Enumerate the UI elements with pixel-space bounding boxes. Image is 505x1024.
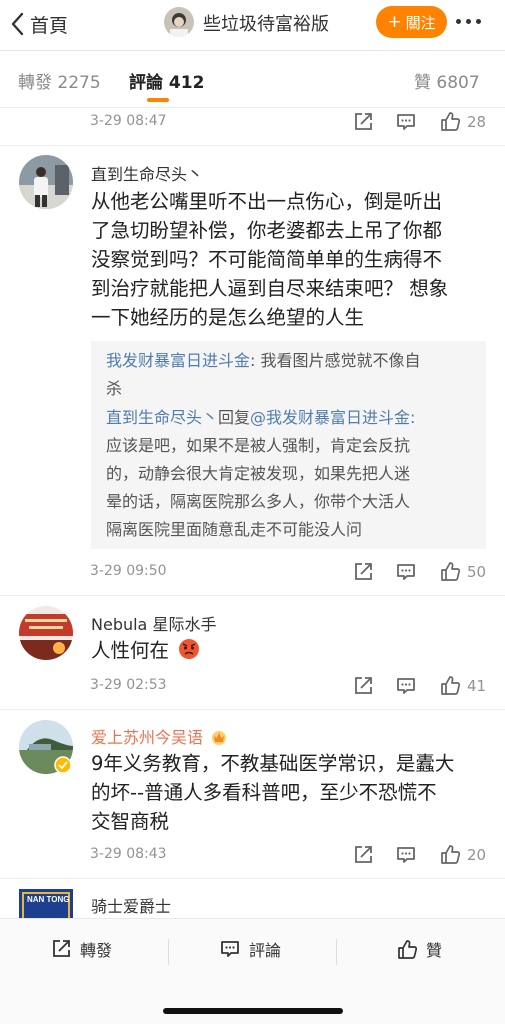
comment-line: 了急切盼望补偿，你老婆都去上吊了你都 (91, 219, 443, 242)
back-label: 首頁 (30, 14, 69, 37)
comment-divider (0, 145, 505, 146)
follow-button[interactable]: + 關注 (376, 6, 447, 38)
tab-comment-count: 412 (168, 73, 205, 93)
active-tab-indicator (147, 98, 169, 102)
comment-icon (221, 941, 239, 957)
comment-line: 交智商税 (91, 810, 170, 833)
share-icon (53, 940, 70, 957)
reply-text: 我看图片感觉就不像自 (255, 351, 421, 370)
like-count: 28 (467, 113, 487, 131)
comment-line: 到治疗就能把人逼到自尽来结束吧？ 想象 (91, 277, 449, 300)
comment-line: 人性何在 (91, 639, 170, 662)
plus-icon: + (387, 12, 402, 32)
comment-label: 評論 (249, 941, 282, 960)
comment-time: 3-29 09:50 (90, 563, 167, 579)
comment-button[interactable]: 評論 (219, 937, 281, 961)
chevron-left-icon (11, 12, 24, 36)
comment-line: 9年义务教育，不教基础医学常识，是蠹大 (91, 752, 455, 775)
comment-icon[interactable] (395, 111, 417, 133)
page-title: 些垃圾待富裕版 (203, 14, 329, 35)
separator (336, 939, 337, 965)
tab-repost[interactable]: 轉發 2275 (18, 68, 101, 93)
back-button[interactable]: 首頁 (10, 10, 68, 38)
verified-badge-icon (54, 756, 72, 774)
reply-line: 隔离医院里面随意乱走不可能没人问 (106, 520, 363, 539)
tab-comment-label: 評論 (129, 73, 163, 93)
comment-text: 从他老公嘴里听不出一点伤心，倒是听出 了急切盼望补偿，你老婆都去上吊了你都 没察… (91, 187, 491, 332)
tab-like-label: 贊 (414, 73, 431, 93)
like-icon (398, 940, 418, 959)
share-icon[interactable] (352, 844, 374, 866)
tab-repost-label: 轉發 (18, 73, 52, 93)
comment-line: 的坏--普通人多看科普吧，至少不恐慌不 (91, 781, 437, 804)
avatar[interactable] (19, 155, 73, 209)
comment-divider (0, 878, 505, 879)
like-label: 贊 (426, 941, 443, 960)
tabs-divider (0, 107, 505, 108)
reply-line: 晕的话，隔离医院那么多人，你带个大活人 (106, 492, 411, 511)
comment-time: 3-29 08:47 (90, 113, 167, 129)
comment-username[interactable]: 爱上苏州今吴语 (91, 724, 228, 748)
like-count: 20 (467, 846, 487, 864)
reply-thread[interactable]: 我发财暴富日进斗金: 我看图片感觉就不像自 杀 直到生命尽头丶回复@我发财暴富日… (91, 341, 486, 549)
comment-username[interactable]: 骑士爱爵士 (91, 893, 171, 917)
comment-username[interactable]: 直到生命尽头丶 (91, 161, 203, 185)
avatar-text: NAN TONG (27, 895, 70, 904)
tab-comment[interactable]: 評論 412 (129, 68, 204, 93)
tab-like-count: 6807 (436, 73, 480, 93)
tab-like[interactable]: 贊 6807 (414, 68, 480, 93)
top-nav-bar: 首頁 些垃圾待富裕版 + 關注 (0, 0, 505, 50)
share-icon[interactable] (352, 111, 374, 133)
dot-icon (466, 19, 471, 24)
comment-time: 3-29 08:43 (90, 846, 167, 862)
comment-icon[interactable] (395, 675, 417, 697)
comment-text: 9年义务教育，不教基础医学常识，是蠹大 的坏--普通人多看科普吧，至少不恐慌不 … (91, 749, 491, 836)
reply-colon: : (410, 408, 416, 427)
separator (168, 939, 169, 965)
repost-button[interactable]: 轉發 (50, 937, 112, 961)
like-icon[interactable] (439, 843, 461, 865)
like-count: 50 (467, 563, 487, 581)
repost-label: 轉發 (80, 941, 113, 960)
like-count: 41 (467, 677, 487, 695)
angry-face-emoji-icon (179, 639, 200, 659)
reply-word: 回复 (218, 408, 251, 427)
comment-icon[interactable] (395, 844, 417, 866)
dot-icon (476, 19, 481, 24)
reply-item: 直到生命尽头丶回复@我发财暴富日进斗金: 应该是吧，如果不是被人强制，肯定会反抗… (106, 404, 478, 544)
follow-label: 關注 (405, 13, 436, 32)
tab-repost-count: 2275 (57, 73, 101, 93)
comment-divider (0, 709, 505, 710)
comment-line: 从他老公嘴里听不出一点伤心，倒是听出 (91, 190, 443, 213)
comment-text: 人性何在 (91, 636, 491, 665)
crown-member-icon (212, 731, 227, 745)
reply-username[interactable]: 直到生命尽头丶 (106, 408, 218, 427)
reply-mention[interactable]: @我发财暴富日进斗金 (250, 408, 410, 427)
comment-icon[interactable] (395, 561, 417, 583)
like-button[interactable]: 贊 (396, 937, 442, 961)
author-avatar[interactable] (164, 7, 194, 37)
comment-username-text: 爱上苏州今吴语 (91, 728, 204, 747)
comment-divider (0, 595, 505, 596)
comment-username[interactable]: Nebula 星际水手 (91, 611, 216, 635)
like-icon[interactable] (439, 560, 461, 582)
comment-time: 3-29 02:53 (90, 677, 167, 693)
share-icon[interactable] (352, 561, 374, 583)
comment-line: 一下她经历的是怎么绝望的人生 (91, 306, 365, 329)
more-options-button[interactable] (456, 19, 481, 24)
reply-line: 的，动静会很大肯定被发现，如果先把人迷 (106, 464, 411, 483)
like-icon[interactable] (439, 110, 461, 132)
like-icon[interactable] (439, 674, 461, 696)
share-icon[interactable] (352, 675, 374, 697)
dot-icon (456, 19, 461, 24)
comment-line: 没察觉到吗？不可能简简单单的生病得不 (91, 248, 443, 271)
reply-item: 我发财暴富日进斗金: 我看图片感觉就不像自 杀 (106, 347, 478, 403)
header-divider (0, 50, 505, 51)
reply-username[interactable]: 我发财暴富日进斗金 (106, 351, 250, 370)
reply-line: 应该是吧，如果不是被人强制，肯定会反抗 (106, 436, 411, 455)
reply-text: 杀 (106, 379, 123, 398)
avatar[interactable]: NAN TONG (19, 889, 73, 919)
avatar[interactable] (19, 606, 73, 660)
home-indicator[interactable] (163, 1008, 343, 1014)
